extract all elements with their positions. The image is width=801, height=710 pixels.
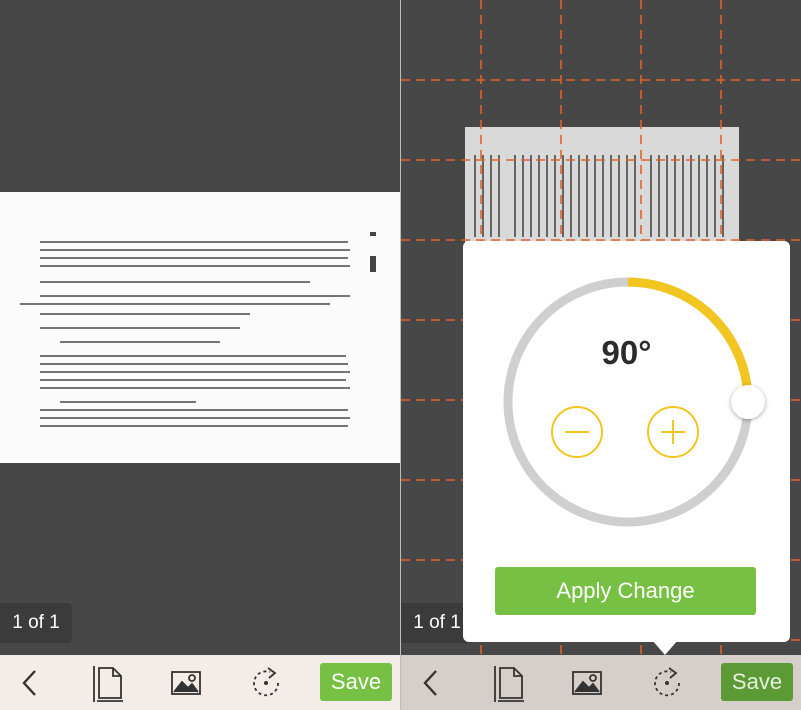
rotate-button[interactable] — [240, 655, 292, 710]
page-text-lines — [20, 232, 376, 427]
page-crop-icon — [93, 665, 123, 702]
minus-icon — [565, 431, 589, 433]
image-filter-icon — [572, 670, 602, 695]
apply-change-button[interactable]: Apply Change — [495, 567, 756, 615]
rotate-button[interactable] — [641, 655, 693, 710]
image-filter-button[interactable] — [561, 655, 613, 710]
rotation-knob[interactable] — [731, 385, 765, 419]
scanned-page-preview[interactable] — [0, 192, 400, 463]
crop-pages-button[interactable] — [483, 655, 535, 710]
image-filter-icon — [171, 670, 201, 695]
rotate-decrease-button[interactable] — [551, 406, 603, 458]
rotate-popover: 90° Apply Change — [463, 241, 790, 642]
rotation-angle-label: 90° — [601, 334, 652, 371]
rotate-increase-button[interactable] — [647, 406, 699, 458]
page-counter: 1 of 1 — [0, 603, 72, 643]
plus-icon-vertical — [672, 420, 674, 444]
back-button[interactable] — [405, 655, 457, 710]
chevron-left-icon — [423, 669, 437, 696]
left-preview-pane: 1 of 1 Save — [0, 0, 400, 710]
popover-arrow — [652, 640, 678, 655]
page-crop-icon — [494, 665, 524, 702]
rotate-icon — [253, 666, 279, 696]
crop-pages-button[interactable] — [82, 655, 134, 710]
image-filter-button[interactable] — [160, 655, 212, 710]
bottom-toolbar: Save — [401, 655, 801, 710]
save-button[interactable]: Save — [320, 663, 392, 701]
back-button[interactable] — [4, 655, 56, 710]
chevron-left-icon — [22, 669, 36, 696]
rotate-icon — [654, 666, 680, 696]
save-button[interactable]: Save — [721, 663, 793, 701]
bottom-toolbar: Save — [0, 655, 400, 710]
